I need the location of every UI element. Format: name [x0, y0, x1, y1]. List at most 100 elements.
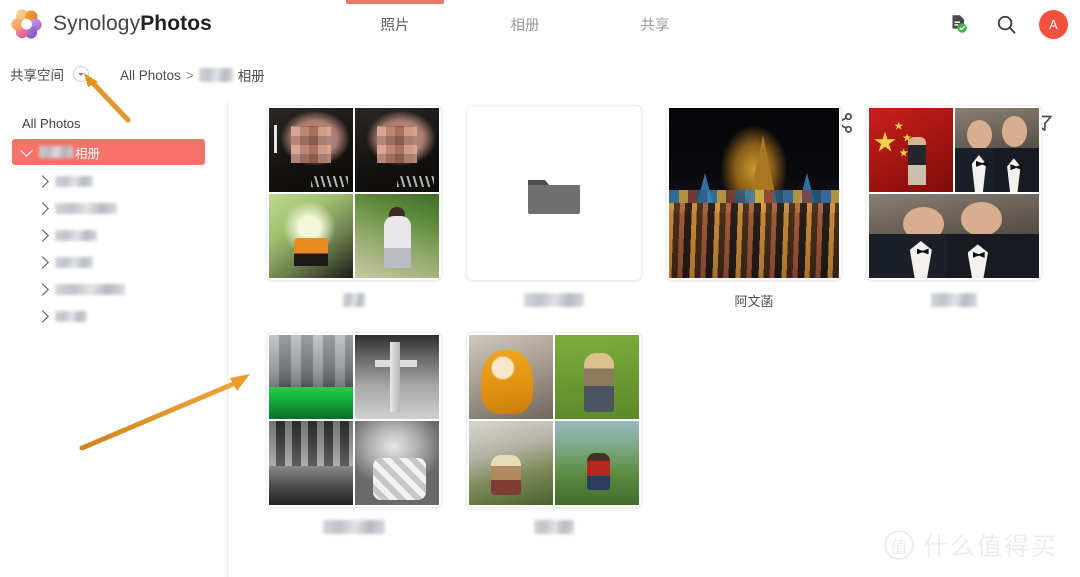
album-thumbnail[interactable]: [266, 332, 442, 508]
album-label: [466, 292, 642, 308]
album-mosaic: [469, 335, 639, 505]
album-tile: [955, 108, 1039, 192]
brand-title-light: Synology: [53, 12, 141, 35]
sidebar-child-label-blurred: [55, 203, 117, 214]
chevron-right-icon[interactable]: [36, 283, 49, 296]
album-card[interactable]: [466, 332, 642, 535]
album-thumbnail[interactable]: [266, 105, 442, 281]
sidebar: All Photos 相册: [0, 100, 228, 577]
album-tile: [469, 421, 553, 505]
brand-title: SynologyPhotos: [53, 12, 212, 36]
album-label: [266, 519, 442, 535]
album-tile: [555, 335, 639, 419]
album-thumbnail[interactable]: [866, 105, 1042, 281]
breadcrumb-separator: >: [185, 67, 194, 83]
album-grid: 阿文菡: [266, 105, 1080, 535]
sidebar-child-label-blurred: [55, 176, 93, 187]
album-mosaic: [869, 108, 1039, 278]
album-mosaic: [269, 108, 439, 278]
sidebar-item-child[interactable]: [0, 195, 227, 222]
document-check-icon[interactable]: [943, 9, 973, 39]
sidebar-child-label-blurred: [55, 284, 125, 295]
album-tile: [355, 335, 439, 419]
album-tile: [355, 421, 439, 505]
space-selector-label: 共享空间: [10, 68, 64, 83]
chevron-right-icon[interactable]: [36, 256, 49, 269]
main-tabs: 照片 相册 共享: [330, 0, 720, 48]
breadcrumb-current-blurred: [198, 68, 233, 82]
tab-albums-label: 相册: [510, 17, 540, 34]
album-tile: [269, 335, 353, 419]
album-card[interactable]: 阿文菡: [666, 105, 842, 309]
album-tile: [355, 194, 439, 278]
album-tile: [869, 194, 1039, 278]
album-tile: [269, 108, 353, 192]
album-label: 阿文菡: [734, 293, 774, 309]
album-card[interactable]: [866, 105, 1042, 308]
album-tile: [869, 108, 953, 192]
album-card[interactable]: [266, 332, 442, 535]
album-tile: [469, 335, 553, 419]
album-mosaic: [269, 335, 439, 505]
sidebar-item-all-photos-label: All Photos: [22, 115, 81, 131]
chevron-down-icon[interactable]: [20, 144, 33, 157]
album-grid-area: 阿文菡: [228, 100, 1080, 577]
breadcrumb-current-suffix[interactable]: 相册: [238, 65, 265, 85]
sidebar-item-all-photos[interactable]: All Photos: [0, 110, 227, 136]
tab-photos-label: 照片: [380, 17, 410, 34]
sidebar-child-label-blurred: [55, 311, 87, 322]
header-actions: A: [943, 0, 1068, 48]
album-tile: [669, 108, 839, 278]
album-tile: [269, 421, 353, 505]
tab-shared[interactable]: 共享: [590, 0, 720, 48]
album-thumbnail[interactable]: [466, 332, 642, 508]
sidebar-child-label-blurred: [55, 230, 97, 241]
space-selector[interactable]: 共享空间: [10, 64, 89, 84]
album-tile: [269, 194, 353, 278]
album-thumbnail[interactable]: [466, 105, 642, 281]
brand-title-bold: Photos: [140, 12, 212, 35]
avatar-initial: A: [1049, 16, 1058, 32]
chevron-right-icon[interactable]: [36, 175, 49, 188]
synology-flower-logo-icon: [10, 7, 44, 41]
album-card[interactable]: [266, 105, 442, 308]
album-label-blurred: [931, 293, 977, 307]
album-label-blurred: [343, 293, 365, 307]
album-thumbnail[interactable]: [666, 105, 842, 281]
sidebar-item-selected-album[interactable]: 相册: [12, 139, 205, 165]
sidebar-item-child[interactable]: [0, 222, 227, 249]
tab-photos[interactable]: 照片: [330, 0, 460, 48]
breadcrumb-root[interactable]: All Photos: [120, 68, 181, 83]
album-label: [466, 519, 642, 535]
breadcrumb: All Photos > 相册: [120, 65, 265, 85]
search-icon[interactable]: [991, 9, 1021, 39]
watermark: 值 什么值得买: [883, 527, 1058, 563]
album-label-blurred: [534, 520, 574, 534]
sidebar-item-child[interactable]: [0, 168, 227, 195]
watermark-text: 什么值得买: [922, 533, 1058, 561]
album-tile: [355, 108, 439, 192]
chevron-down-icon[interactable]: [73, 66, 89, 82]
sidebar-item-child[interactable]: [0, 276, 227, 303]
chevron-right-icon[interactable]: [36, 202, 49, 215]
brand: SynologyPhotos: [0, 7, 212, 41]
watermark-mark: 值: [883, 530, 914, 560]
chevron-right-icon[interactable]: [36, 310, 49, 323]
user-avatar[interactable]: A: [1039, 9, 1068, 39]
album-card[interactable]: [466, 105, 642, 308]
synology-photos-window: SynologyPhotos 照片 相册 共享 A 共享空间 All Photo…: [0, 0, 1080, 577]
album-label-blurred: [524, 293, 584, 307]
tab-shared-label: 共享: [640, 17, 670, 34]
album-tile: [555, 421, 639, 505]
album-label: [866, 292, 1042, 308]
sidebar-selected-name-blurred: [39, 146, 73, 158]
sidebar-child-label-blurred: [55, 257, 93, 268]
sidebar-item-child[interactable]: [0, 249, 227, 276]
sidebar-item-child[interactable]: [0, 303, 227, 330]
album-label: [266, 292, 442, 308]
folder-icon: [528, 180, 580, 214]
sub-toolbar: 共享空间 All Photos > 相册: [0, 48, 1080, 134]
tab-albums[interactable]: 相册: [460, 0, 590, 48]
sidebar-selected-name-suffix: 相册: [75, 146, 101, 161]
chevron-right-icon[interactable]: [36, 229, 49, 242]
